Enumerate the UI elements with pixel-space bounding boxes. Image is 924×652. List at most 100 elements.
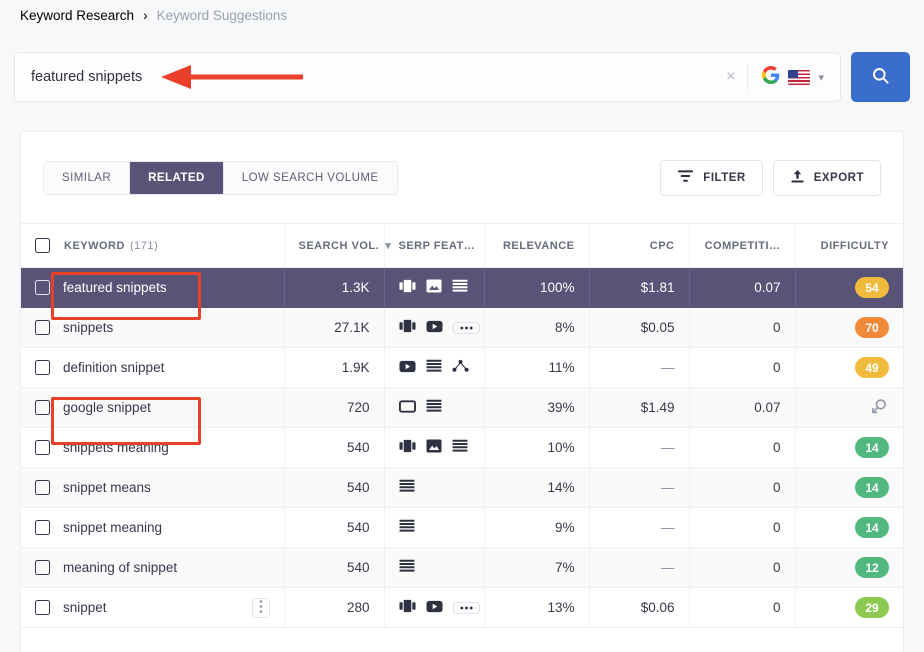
cell-competition: 0 [688, 547, 795, 588]
row-checkbox[interactable] [35, 560, 50, 575]
cell-search-volume: 540 [283, 427, 384, 468]
sitelinks-icon [452, 439, 468, 456]
cell-serp-features [383, 427, 484, 468]
keyword-suggestions-page: Keyword Research › Keyword Suggestions × [0, 0, 924, 652]
column-header-cpc: CPC [588, 223, 689, 268]
breadcrumb-root[interactable]: Keyword Research [20, 8, 134, 23]
cell-serp-features [383, 347, 484, 388]
cell-cpc: $0.05 [588, 307, 689, 348]
difficulty-magnifier-icon[interactable] [870, 398, 889, 419]
sitelinks-icon [399, 519, 415, 536]
country-flag-icon [788, 69, 811, 85]
cell-competition: 0 [688, 347, 795, 388]
table-row[interactable]: snippet meaning 540 9% —0 14 [21, 507, 903, 548]
ad-box-icon [398, 399, 416, 416]
sort-chevron-down-icon: ▾ [385, 240, 392, 252]
row-checkbox[interactable] [35, 320, 50, 335]
tab-similar[interactable]: SIMILAR [44, 161, 131, 194]
cell-relevance: 100% [483, 267, 589, 308]
sitelinks-icon [399, 559, 415, 576]
row-checkbox[interactable] [35, 480, 50, 495]
cell-keyword: snippet [21, 587, 284, 628]
keyword-text: snippet meaning [63, 520, 163, 535]
google-icon [762, 65, 780, 89]
cell-keyword: snippets meaning [21, 427, 284, 468]
cell-competition: 0 [688, 467, 795, 508]
search-engine-selector[interactable]: ▾ [748, 65, 830, 89]
keyword-text: snippet [63, 600, 107, 615]
cell-keyword: featured snippets [21, 267, 284, 308]
search-input[interactable] [31, 69, 715, 85]
status-badge: 14 [855, 517, 889, 538]
keyword-text: snippets meaning [63, 440, 169, 455]
row-checkbox[interactable] [35, 520, 50, 535]
cell-search-volume: 720 [283, 387, 384, 428]
cell-relevance: 9% [483, 507, 589, 548]
row-checkbox[interactable] [35, 360, 50, 375]
cell-relevance: 11% [483, 347, 589, 388]
column-header-competition: COMPETITI… [688, 223, 795, 268]
cell-serp-features [383, 467, 484, 508]
cell-difficulty: 49 [794, 347, 903, 388]
upload-icon [790, 169, 805, 187]
sitelinks-icon [426, 399, 442, 416]
cell-difficulty: 54 [794, 267, 903, 308]
search-button[interactable] [851, 52, 910, 102]
cell-difficulty: 29 [794, 587, 903, 628]
result-tabs: SIMILAR RELATED LOW SEARCH VOLUME [43, 160, 398, 195]
table-row[interactable]: snippets meaning 540 10% —0 14 [21, 427, 903, 468]
video-icon [425, 320, 443, 336]
column-header-search-volume[interactable]: SEARCH VOL. ▾ [283, 223, 391, 268]
keyword-text: definition snippet [63, 360, 165, 375]
toolbar-actions: FILTER EXPORT [660, 159, 881, 196]
column-label-search-volume: SEARCH VOL. [298, 239, 380, 252]
cell-serp-features [383, 587, 484, 628]
tab-low-search-volume[interactable]: LOW SEARCH VOLUME [223, 161, 397, 194]
row-checkbox[interactable] [35, 400, 50, 415]
filter-icon [677, 169, 694, 186]
status-badge: 12 [855, 557, 889, 578]
cell-relevance: 8% [483, 307, 589, 348]
cell-serp-features [383, 307, 484, 348]
image-icon [426, 279, 442, 296]
carousel-icon [398, 439, 416, 456]
cell-cpc: $1.81 [588, 267, 689, 308]
column-header-keyword: KEYWORD (171) [21, 223, 284, 268]
cell-relevance: 10% [483, 427, 589, 468]
more-serp-features-icon[interactable] [452, 601, 480, 614]
cell-search-volume: 280 [283, 587, 384, 628]
cell-serp-features [383, 547, 484, 588]
filter-button[interactable]: FILTER [660, 159, 763, 196]
table-row[interactable]: google snippet 720 39% $1.49 0.07 [21, 387, 903, 428]
table-body: featured snippets 1.3K 100% $1.81 0.07 54 sni… [21, 267, 903, 628]
cell-serp-features [383, 507, 484, 548]
cell-cpc: $1.49 [588, 387, 689, 428]
column-header-serp-features: SERP FEAT… [383, 223, 484, 268]
cell-cpc: — [588, 347, 689, 388]
table-row[interactable]: definition snippet 1.9K 11% —0 49 [21, 347, 903, 388]
clear-icon[interactable]: × [714, 69, 747, 85]
tab-related[interactable]: RELATED [130, 161, 224, 194]
keyword-count: (171) [129, 239, 159, 252]
table-row[interactable]: featured snippets 1.3K 100% $1.81 0.07 54 [21, 267, 903, 308]
row-checkbox[interactable] [35, 600, 50, 615]
table-row[interactable]: meaning of snippet 540 7% —0 12 [21, 547, 903, 588]
image-icon [426, 439, 442, 456]
table-row[interactable]: snippets 27.1K 8% $0.05 0 70 [21, 307, 903, 348]
cell-difficulty: 14 [794, 507, 903, 548]
cell-competition: 0.07 [688, 387, 795, 428]
row-checkbox[interactable] [35, 280, 50, 295]
filter-label: FILTER [703, 171, 746, 184]
cell-cpc: — [588, 547, 689, 588]
status-badge: 14 [855, 437, 889, 458]
more-serp-features-icon[interactable] [452, 321, 480, 334]
select-all-checkbox[interactable] [35, 238, 50, 253]
table-row[interactable]: snippet 280 13% $0.06 0 29 [21, 587, 903, 628]
cell-difficulty: 14 [794, 467, 903, 508]
keyword-text: featured snippets [63, 280, 167, 295]
row-menu-icon[interactable] [251, 597, 270, 618]
keyword-text: snippets [63, 320, 114, 335]
row-checkbox[interactable] [35, 440, 50, 455]
export-button[interactable]: EXPORT [772, 159, 881, 196]
table-row[interactable]: snippet means 540 14% —0 14 [21, 467, 903, 508]
